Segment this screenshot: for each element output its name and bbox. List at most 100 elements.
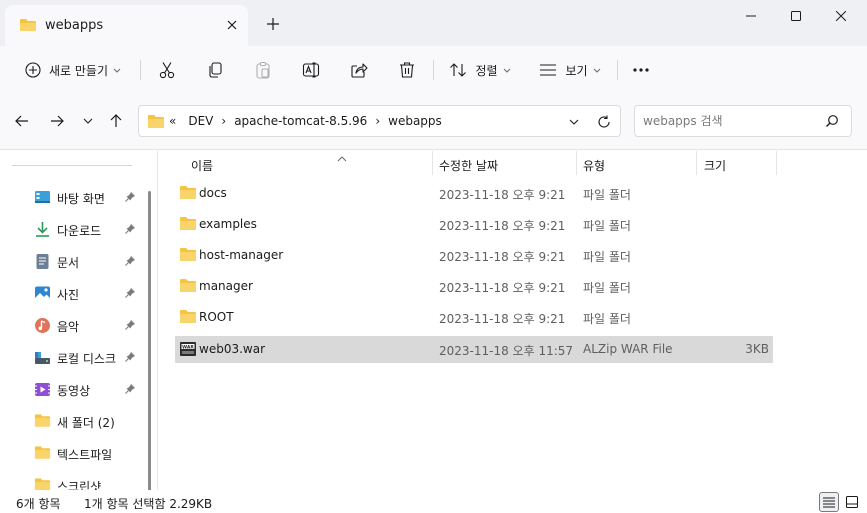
search-input[interactable]: [643, 112, 818, 130]
sidebar-item-pictures[interactable]: 사진: [0, 278, 148, 308]
forward-arrow-icon[interactable]: [46, 110, 68, 132]
pictures-icon: [34, 285, 51, 302]
new-plus-icon: [25, 62, 41, 78]
file-modified: 2023-11-18 오후 9:21: [439, 188, 566, 202]
file-row[interactable]: docs 2023-11-18 오후 9:21 파일 폴더: [175, 180, 773, 207]
folder-icon: [34, 477, 51, 490]
sort-button[interactable]: 정렬: [444, 54, 516, 86]
column-divider[interactable]: [432, 151, 433, 175]
file-modified: 2023-11-18 오후 11:57: [439, 344, 574, 358]
sidebar-scrollbar[interactable]: [148, 191, 151, 490]
file-modified: 2023-11-18 오후 9:21: [439, 250, 566, 264]
column-header-size[interactable]: 크기: [704, 154, 774, 176]
file-row-selected[interactable]: WAR web03.war 2023-11-18 오후 11:57 ALZip …: [175, 336, 773, 363]
address-history-chevron-icon[interactable]: [564, 112, 584, 132]
file-name: examples: [199, 217, 257, 231]
column-header-name[interactable]: 이름: [191, 154, 431, 176]
navigation-pane: 바탕 화면 다운로드 문서 사진 음악 로컬 디스크 동영상 새 폴더 (2) …: [0, 151, 158, 490]
tab-webapps[interactable]: webapps: [5, 5, 248, 46]
search-icon[interactable]: [825, 114, 839, 131]
breadcrumb-item-webapps[interactable]: webapps: [388, 114, 442, 128]
file-name: ROOT: [199, 310, 234, 324]
item-count: 6개 항목: [16, 497, 61, 511]
pin-icon: [125, 351, 136, 365]
breadcrumb-overflow[interactable]: «: [169, 114, 176, 128]
sidebar-item-desktop[interactable]: 바탕 화면: [0, 182, 148, 212]
column-header-label: 크기: [704, 158, 727, 173]
file-row[interactable]: manager 2023-11-18 오후 9:21 파일 폴더: [175, 273, 773, 300]
sidebar-item-videos[interactable]: 동영상: [0, 374, 148, 404]
copy-button[interactable]: [200, 54, 230, 86]
refresh-icon[interactable]: [594, 112, 614, 132]
recent-locations-chevron-icon[interactable]: [77, 110, 99, 132]
sidebar-item-screenshots[interactable]: 스크린샷: [0, 470, 148, 490]
file-row[interactable]: examples 2023-11-18 오후 9:21 파일 폴더: [175, 211, 773, 238]
pin-icon: [125, 255, 136, 269]
sidebar-item-label: 음악: [57, 320, 80, 334]
sidebar-item-downloads[interactable]: 다운로드: [0, 214, 148, 244]
share-icon: [351, 63, 368, 78]
folder-icon: [179, 309, 197, 327]
document-icon: [34, 253, 51, 270]
sort-label: 정렬: [475, 63, 498, 78]
breadcrumb-item-tomcat[interactable]: apache-tomcat-8.5.96: [234, 114, 367, 128]
column-divider[interactable]: [776, 151, 777, 175]
column-divider[interactable]: [576, 151, 577, 175]
breadcrumb-chevron-icon[interactable]: ›: [221, 114, 226, 128]
share-button[interactable]: [344, 54, 374, 86]
breadcrumb-item-dev[interactable]: DEV: [188, 114, 213, 128]
paste-button[interactable]: [248, 54, 278, 86]
file-size: 3KB: [745, 342, 769, 356]
folder-icon: [179, 185, 197, 203]
sidebar-item-label: 로컬 디스크: [57, 352, 117, 366]
view-label: 보기: [565, 63, 588, 78]
folder-icon: [179, 278, 197, 296]
copy-icon: [209, 62, 222, 78]
delete-icon: [400, 62, 414, 78]
details-view-icon[interactable]: [819, 492, 839, 512]
cut-button[interactable]: [152, 54, 182, 86]
search-box[interactable]: [634, 105, 852, 137]
thumbnail-view-icon[interactable]: [842, 492, 862, 512]
sidebar-item-label: 동영상: [57, 384, 91, 398]
file-list: 이름 수정한 날짜 유형 크기 docs 2023-11-18 오후 9:21 …: [158, 151, 867, 490]
minimize-icon[interactable]: [728, 0, 774, 32]
sidebar-item-label: 텍스트파일: [57, 448, 113, 462]
file-row[interactable]: host-manager 2023-11-18 오후 9:21 파일 폴더: [175, 242, 773, 269]
title-bar: webapps: [0, 0, 867, 46]
sidebar-divider: [12, 165, 132, 166]
drive-icon: [34, 349, 51, 366]
close-tab-icon[interactable]: [221, 14, 243, 36]
column-header-type[interactable]: 유형: [583, 154, 693, 176]
file-type: 파일 폴더: [583, 188, 631, 202]
rename-icon: [302, 62, 320, 78]
maximize-icon[interactable]: [773, 0, 819, 32]
address-bar[interactable]: « DEV › apache-tomcat-8.5.96 › webapps: [138, 105, 621, 137]
sidebar-item-label: 사진: [57, 288, 80, 302]
up-arrow-icon[interactable]: [105, 110, 127, 132]
file-type: ALZip WAR File: [583, 342, 673, 356]
rename-button[interactable]: [296, 54, 326, 86]
cut-icon: [159, 62, 175, 79]
column-divider[interactable]: [696, 151, 697, 175]
view-button[interactable]: 보기: [532, 54, 608, 86]
new-button[interactable]: 새로 만들기: [14, 54, 132, 86]
file-row[interactable]: ROOT 2023-11-18 오후 9:21 파일 폴더: [175, 304, 773, 331]
sidebar-item-label: 스크린샷: [57, 480, 102, 490]
folder-icon: [179, 216, 197, 234]
new-tab-plus-icon[interactable]: [262, 13, 284, 35]
sidebar-item-local-disk[interactable]: 로컬 디스크: [0, 342, 148, 372]
sidebar-item-documents[interactable]: 문서: [0, 246, 148, 276]
delete-button[interactable]: [392, 54, 422, 86]
folder-icon: [34, 445, 51, 462]
file-name: docs: [199, 186, 227, 200]
breadcrumb-chevron-icon[interactable]: ›: [375, 114, 380, 128]
close-window-icon[interactable]: [818, 0, 864, 32]
back-arrow-icon[interactable]: [11, 110, 33, 132]
sidebar-item-music[interactable]: 음악: [0, 310, 148, 340]
more-options-button[interactable]: [626, 54, 656, 86]
toolbar-divider: [140, 60, 141, 80]
sidebar-item-textfiles[interactable]: 텍스트파일: [0, 438, 148, 468]
sidebar-item-new-folder-2[interactable]: 새 폴더 (2): [0, 406, 148, 436]
column-header-modified[interactable]: 수정한 날짜: [439, 154, 574, 176]
